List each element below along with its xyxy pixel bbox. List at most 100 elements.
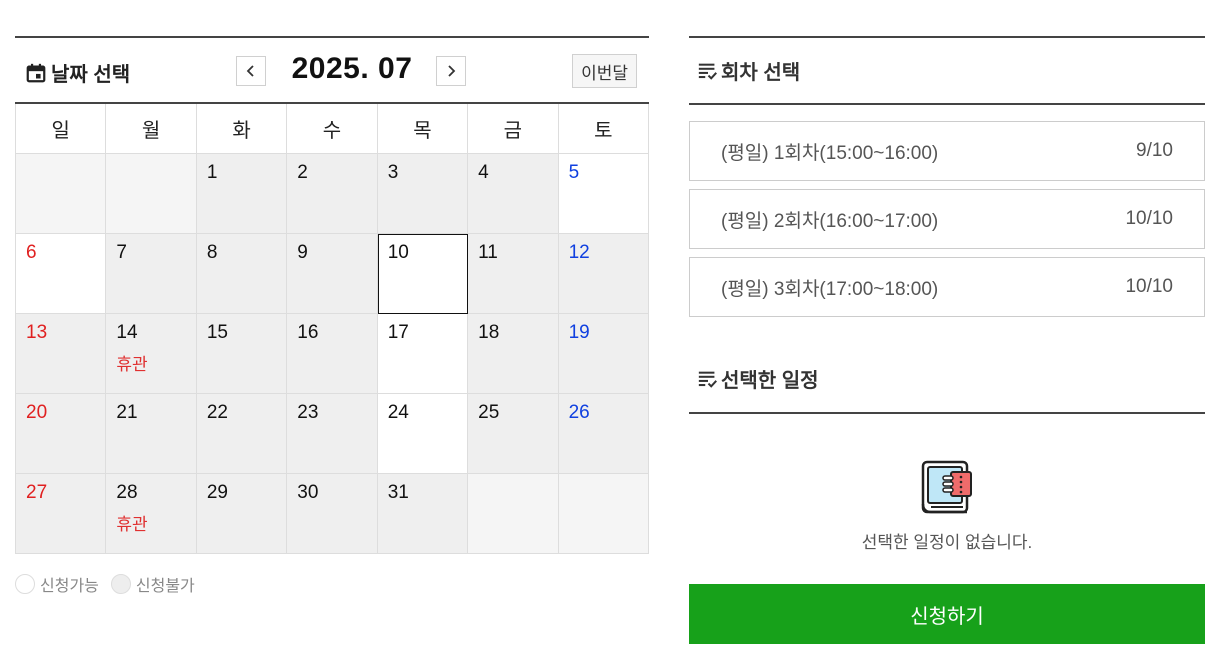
calendar-day: 1	[196, 154, 288, 234]
calendar-day: 13	[16, 314, 107, 394]
calendar-day[interactable]: 5	[558, 154, 649, 234]
calendar-day: 8	[196, 234, 288, 314]
checklist-icon	[698, 63, 717, 80]
day-number: 20	[26, 402, 48, 423]
day-number: 4	[478, 162, 489, 183]
calendar-day[interactable]: 17	[377, 314, 469, 394]
day-number: 24	[387, 402, 409, 423]
calendar-panel: 날짜 선택 2025. 07 이번달 일 월 화 수 목 금 토 1 2 3 4 5 6 7 8 9 10 11 1…	[15, 36, 649, 554]
calendar-day: 16	[287, 314, 378, 394]
calendar-day: 26	[558, 394, 649, 474]
session-label: (평일) 1회차(15:00~16:00)	[721, 142, 939, 164]
day-number: 11	[478, 242, 498, 263]
calendar-day: 21	[106, 394, 197, 474]
day-number: 8	[206, 242, 218, 263]
session-item[interactable]: (평일) 1회차(15:00~16:00) 9/10	[689, 121, 1205, 181]
weekday-header: 목	[377, 104, 469, 154]
next-month-button[interactable]	[436, 56, 466, 86]
calendar-day-empty	[558, 474, 649, 554]
day-number: 9	[297, 242, 308, 263]
selected-section-title: 선택한 일정	[721, 370, 819, 392]
day-number: 13	[26, 322, 48, 343]
weekday-header: 수	[287, 104, 378, 154]
day-number: 3	[387, 162, 399, 183]
chevron-left-icon	[246, 65, 254, 77]
session-item[interactable]: (평일) 3회차(17:00~18:00) 10/10	[689, 257, 1205, 317]
day-number: 30	[297, 482, 319, 503]
weekday-header: 화	[196, 104, 288, 154]
apply-button[interactable]: 신청하기	[689, 584, 1205, 644]
weekday-header: 금	[468, 104, 559, 154]
day-number: 23	[297, 402, 319, 423]
calendar-day[interactable]: 24	[377, 394, 469, 474]
day-number: 5	[568, 162, 580, 183]
day-number: 31	[387, 482, 409, 503]
legend-unavailable-label: 신청불가	[135, 578, 195, 595]
calendar-title-text: 날짜 선택	[51, 64, 131, 86]
calendar-day: 23	[287, 394, 378, 474]
legend-available: 신청가능	[15, 572, 99, 596]
calendar-day: 11	[468, 234, 559, 314]
day-number: 21	[116, 402, 138, 423]
day-number: 18	[478, 322, 500, 343]
calendar-day: 15	[196, 314, 288, 394]
calendar-day[interactable]: 6	[16, 234, 107, 314]
calendar-day: 3	[377, 154, 469, 234]
calendar-day: 22	[196, 394, 288, 474]
session-count: 10/10	[1125, 208, 1173, 229]
session-section-header: 회차 선택	[689, 36, 1205, 105]
chevron-right-icon	[448, 65, 456, 77]
available-dot-icon	[15, 574, 35, 594]
legend-unavailable: 신청불가	[110, 572, 195, 596]
day-number: 19	[568, 322, 590, 343]
day-number: 6	[26, 242, 37, 263]
calendar-day[interactable]: 10	[377, 234, 469, 314]
calendar-day: 20	[16, 394, 107, 474]
day-number: 27	[26, 482, 48, 503]
day-number: 29	[206, 482, 228, 503]
session-list: (평일) 1회차(15:00~16:00) 9/10 (평일) 2회차(16:0…	[689, 121, 1205, 317]
calendar-day: 30	[287, 474, 378, 554]
calendar-grid: 일 월 화 수 목 금 토 1 2 3 4 5 6 7 8 9 10 11 12 13 14 휴관 15 16 17 18 19 20…	[15, 104, 649, 554]
day-number: 17	[387, 322, 409, 343]
unavailable-dot-icon	[110, 574, 131, 594]
day-number: 22	[206, 402, 228, 423]
session-count: 10/10	[1125, 276, 1173, 297]
day-number: 7	[116, 242, 127, 263]
notebook-icon	[921, 460, 972, 514]
session-section-title: 회차 선택	[721, 62, 801, 84]
session-label: (평일) 2회차(16:00~17:00)	[721, 210, 939, 232]
day-number: 10	[387, 242, 409, 263]
legend-available-label: 신청가능	[40, 578, 99, 595]
calendar-day: 18	[468, 314, 559, 394]
day-number: 15	[206, 322, 228, 343]
calendar-title: 날짜 선택	[25, 58, 130, 87]
calendar-day: 9	[287, 234, 378, 314]
calendar-day: 7	[106, 234, 197, 314]
calendar-day: 14 휴관	[106, 314, 197, 394]
selected-section-header: 선택한 일정	[689, 345, 1205, 414]
right-panel: 회차 선택 (평일) 1회차(15:00~16:00) 9/10 (평일) 2회…	[689, 36, 1205, 644]
calendar-day: 2	[287, 154, 378, 234]
calendar-day: 29	[196, 474, 288, 554]
calendar-icon	[26, 63, 46, 82]
weekday-header: 월	[106, 104, 197, 154]
empty-selection: 선택한 일정이 없습니다.	[689, 414, 1205, 584]
day-number: 1	[206, 162, 218, 183]
day-number: 26	[568, 402, 590, 423]
calendar-day-empty	[106, 154, 197, 234]
calendar-day: 12	[558, 234, 649, 314]
calendar-day-empty	[468, 474, 559, 554]
day-number: 12	[568, 242, 590, 263]
calendar-day: 31	[377, 474, 469, 554]
day-number: 2	[297, 162, 308, 183]
calendar-day: 25	[468, 394, 559, 474]
session-item[interactable]: (평일) 2회차(16:00~17:00) 10/10	[689, 189, 1205, 249]
prev-month-button[interactable]	[236, 56, 266, 86]
calendar-day: 19	[558, 314, 649, 394]
checklist-icon	[698, 371, 717, 388]
session-count: 9/10	[1136, 140, 1173, 161]
calendar-header: 날짜 선택 2025. 07 이번달	[15, 36, 649, 104]
current-month: 2025. 07	[291, 52, 413, 85]
this-month-button[interactable]: 이번달	[572, 54, 637, 88]
